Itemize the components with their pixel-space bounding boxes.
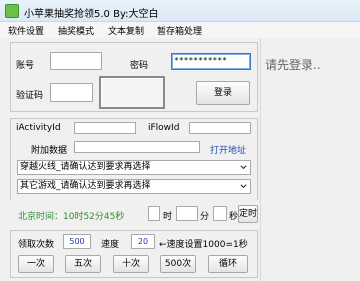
minute-input[interactable] [176,206,198,221]
login-group: 账号 密码 *********** 验证码 登录 [10,42,258,112]
draw-five-button[interactable]: 五次 [65,255,101,273]
speed-label: 速度 [101,240,120,250]
other-game-select-value: 其它游戏_请确认达到要求再选择 [20,181,151,191]
app-icon [5,4,19,18]
second-label: 秒 [229,212,239,222]
beijing-time: 北京时间：10时52分45秒 [18,212,125,222]
activity-id-label: iActivityId [16,123,61,133]
chevron-down-icon [240,184,247,189]
left-pane: 账号 密码 *********** 验证码 登录 iActivityId iFl… [0,38,260,281]
speed-hint: ←速度设置1000=1秒 [159,240,248,250]
account-input[interactable] [50,52,102,70]
hour-label: 时 [163,212,173,222]
timer-group: 北京时间：10时52分45秒 时 分 秒 定时 [10,200,258,230]
draw-once-button[interactable]: 一次 [18,255,54,273]
minute-label: 分 [200,212,210,222]
captcha-input[interactable] [50,83,93,102]
open-link[interactable]: 打开地址 [210,143,246,156]
status-message: 请先登录.. [265,58,321,72]
menu-text-copy[interactable]: 文本复制 [108,24,144,37]
second-input[interactable] [213,206,227,221]
account-label: 账号 [16,61,35,71]
draw-count-label: 领取次数 [18,240,55,250]
cf-game-select[interactable]: 穿越火线_请确认达到要求再选择 [17,160,251,175]
menu-temp-box[interactable]: 暂存箱处理 [157,24,202,37]
extra-data-input[interactable] [74,141,200,153]
draw-group: 领取次数 500 速度 20 ←速度设置1000=1秒 一次 五次 十次 500… [10,230,258,278]
timed-button[interactable]: 定时 [238,205,258,223]
flow-id-label: iFlowId [148,123,180,133]
flow-id-input[interactable] [189,122,251,134]
chevron-down-icon [240,165,247,170]
loop-button[interactable]: 循环 [208,255,248,273]
hour-input[interactable] [148,206,160,221]
menu-software-settings[interactable]: 软件设置 [8,24,44,37]
activity-id-input[interactable] [74,122,136,134]
menu-draw-mode[interactable]: 抽奖模式 [58,24,94,37]
window-title: 小苹果抽奖抢领5.0 By:大空白 [24,9,159,20]
menu-bar: 软件设置 抽奖模式 文本复制 暂存箱处理 [0,22,360,38]
draw-count-input[interactable]: 500 [63,234,91,249]
speed-input[interactable]: 20 [131,234,155,249]
login-button[interactable]: 登录 [196,81,250,105]
log-pane: 请先登录.. [260,38,360,281]
title-bar: 小苹果抽奖抢领5.0 By:大空白 [0,0,360,22]
captcha-label: 验证码 [16,91,44,101]
other-game-select[interactable]: 其它游戏_请确认达到要求再选择 [17,179,251,194]
captcha-image[interactable] [99,76,165,109]
draw-500-button[interactable]: 500次 [160,255,196,273]
draw-ten-button[interactable]: 十次 [113,255,149,273]
password-label: 密码 [130,61,149,71]
password-input[interactable]: *********** [171,53,251,70]
extra-data-label: 附加数据 [31,146,68,156]
cf-game-select-value: 穿越火线_请确认达到要求再选择 [20,162,151,172]
